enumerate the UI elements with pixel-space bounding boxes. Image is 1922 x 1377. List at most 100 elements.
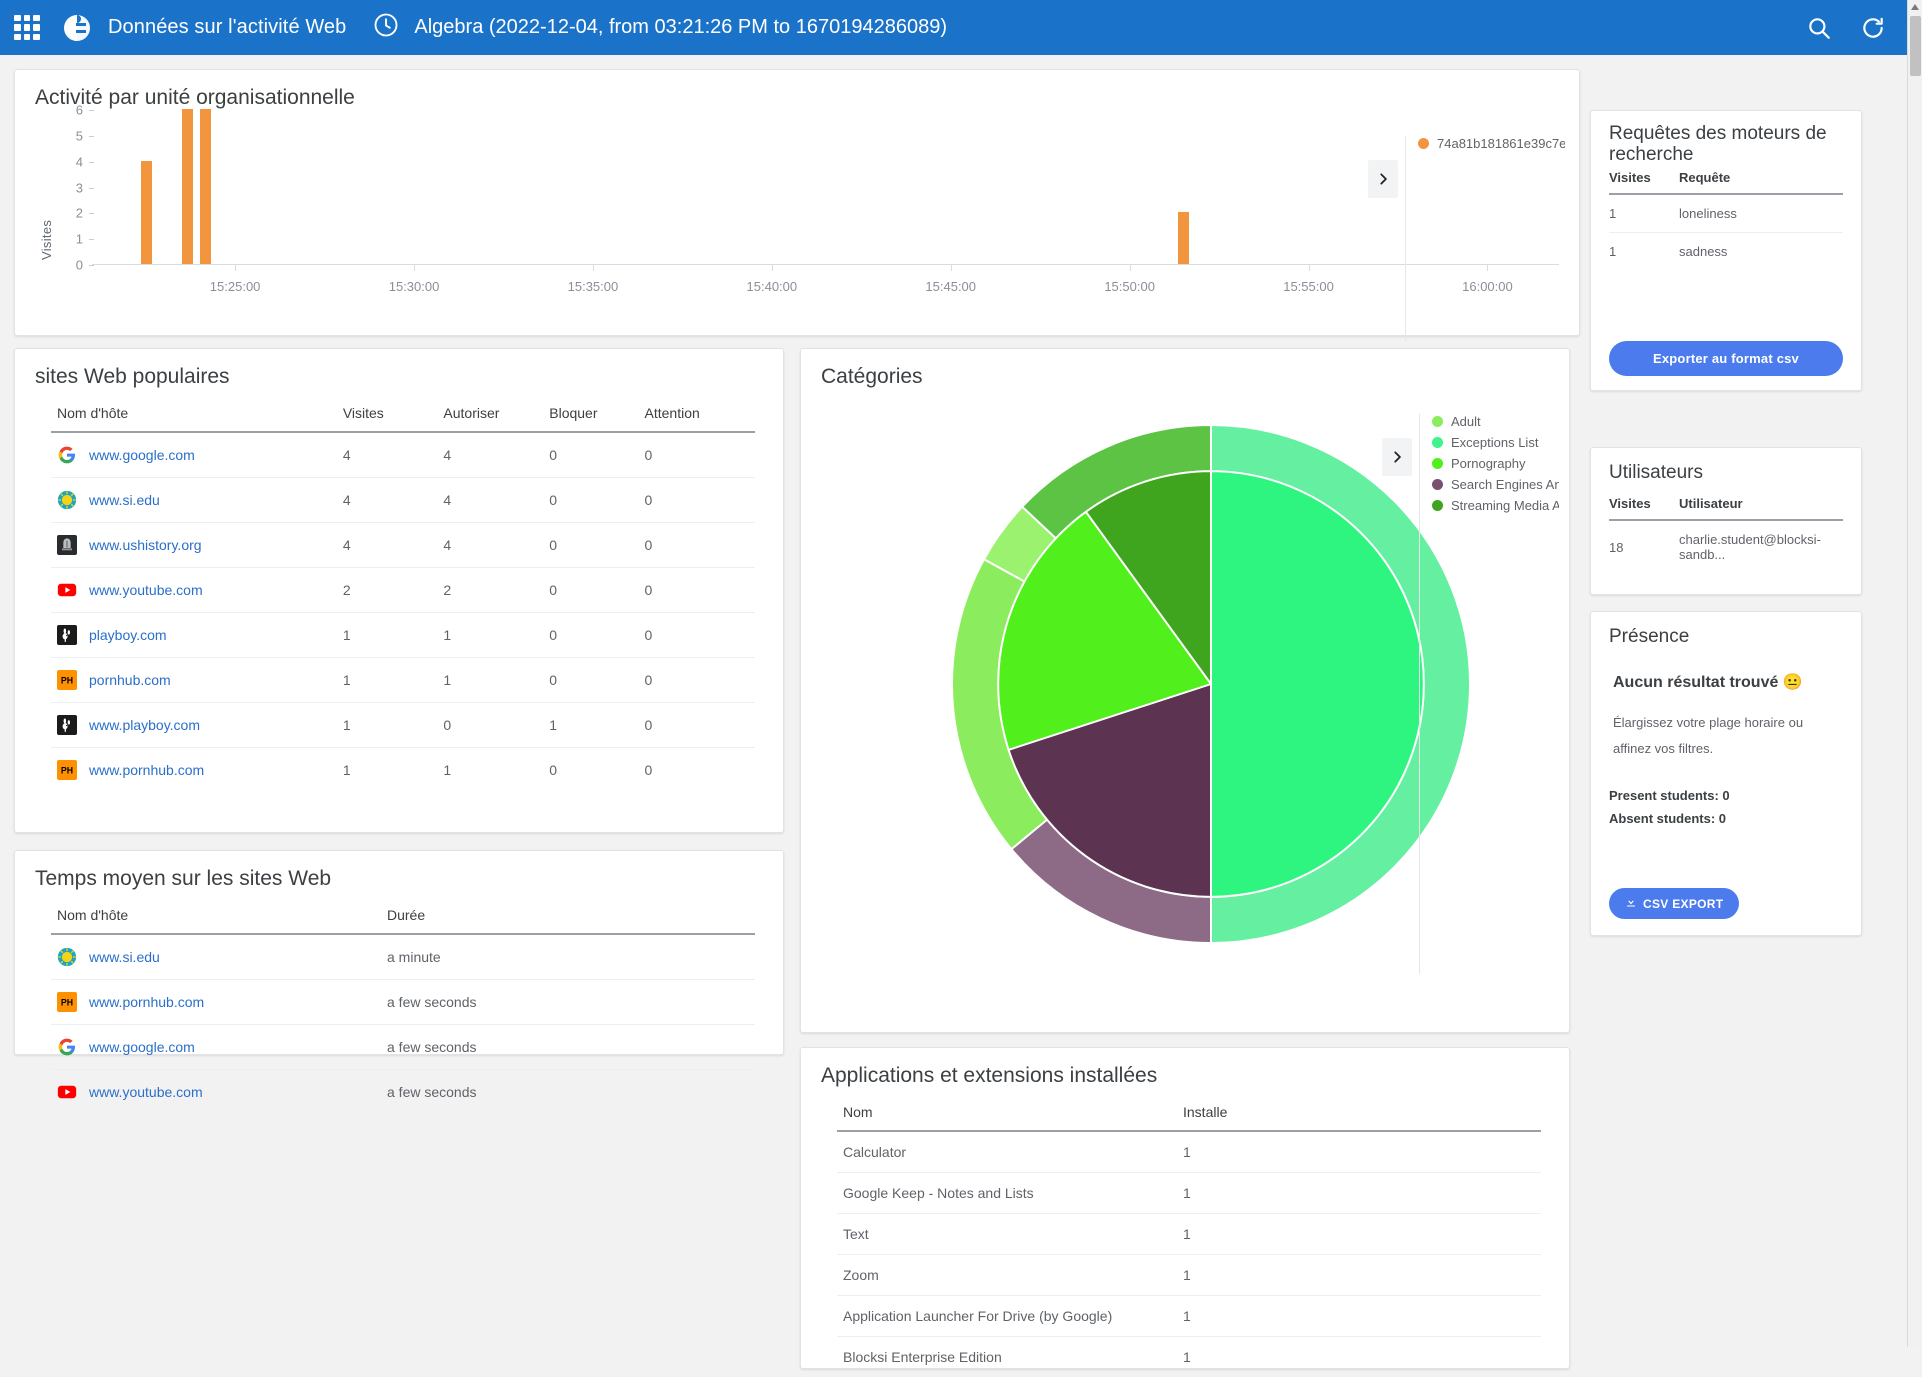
blocksi-logo-icon xyxy=(62,13,92,43)
search-icon[interactable] xyxy=(1806,15,1832,41)
table-row[interactable]: Google Keep - Notes and Lists1 xyxy=(837,1173,1541,1214)
table-header-row: Nom d'hôteDurée xyxy=(51,895,755,934)
warn-cell: 0 xyxy=(639,748,755,793)
legend-expand-chevron-icon[interactable] xyxy=(1382,438,1412,476)
visits-cell: 1 xyxy=(337,658,438,703)
table-row[interactable]: Zoom1 xyxy=(837,1255,1541,1296)
users-card: Utilisateurs VisitesUtilisateur 18charli… xyxy=(1590,447,1862,595)
block-cell: 0 xyxy=(543,748,638,793)
table-row[interactable]: www.ushistory.org4400 xyxy=(51,523,755,568)
table-row[interactable]: www.youtube.com2200 xyxy=(51,568,755,613)
scrollbar-thumb[interactable] xyxy=(1910,16,1921,76)
table-row[interactable]: 1loneliness xyxy=(1609,194,1843,233)
bar[interactable] xyxy=(141,161,152,264)
host-link[interactable]: www.ushistory.org xyxy=(89,537,202,553)
activity-legend: 74a81b181861e39c7ed xyxy=(1405,136,1565,341)
table-row[interactable]: PHwww.pornhub.coma few seconds xyxy=(51,980,755,1025)
activity-card: Activité par unité organisationnelle Vis… xyxy=(14,69,1580,336)
warn-cell: 0 xyxy=(639,658,755,703)
table-row[interactable]: www.youtube.coma few seconds xyxy=(51,1070,755,1115)
table-row[interactable]: Calculator1 xyxy=(837,1131,1541,1173)
host-link[interactable]: www.youtube.com xyxy=(89,1084,203,1100)
avg-time-card: Temps moyen sur les sites Web Nom d'hôte… xyxy=(14,850,784,1055)
block-cell: 0 xyxy=(543,658,638,703)
host-link[interactable]: www.youtube.com xyxy=(89,582,203,598)
legend-item[interactable]: Exceptions List xyxy=(1432,435,1559,450)
download-icon xyxy=(1625,896,1637,911)
legend-label: Search Engines And ... xyxy=(1451,477,1559,492)
refresh-icon[interactable] xyxy=(1860,15,1886,41)
host-link[interactable]: www.playboy.com xyxy=(89,717,200,733)
categories-card: Catégories Adult Exceptions List Pornograp… xyxy=(800,348,1570,1033)
bar[interactable] xyxy=(1178,212,1189,264)
table-row[interactable]: Application Launcher For Drive (by Googl… xyxy=(837,1296,1541,1337)
host-cell: PHwww.pornhub.com xyxy=(51,980,381,1025)
activity-title: Activité par unité organisationnelle xyxy=(15,70,1579,110)
table-row[interactable]: PHpornhub.com1100 xyxy=(51,658,755,703)
column-header: Nom d'hôte xyxy=(51,393,337,432)
export-csv-button[interactable]: Exporter au format csv xyxy=(1609,341,1843,376)
host-cell: www.si.edu xyxy=(51,934,381,980)
csv-export-label: CSV EXPORT xyxy=(1643,897,1723,911)
legend-expand-chevron-icon[interactable] xyxy=(1368,160,1398,198)
host-link[interactable]: www.google.com xyxy=(89,1039,195,1055)
host-link[interactable]: www.pornhub.com xyxy=(89,762,204,778)
categories-title: Catégories xyxy=(801,349,1569,389)
presence-empty-heading: Aucun résultat trouvé 😐 xyxy=(1613,672,1839,692)
host-link[interactable]: pornhub.com xyxy=(89,672,171,688)
bar[interactable] xyxy=(182,109,193,264)
host-link[interactable]: www.si.edu xyxy=(89,949,160,965)
block-cell: 0 xyxy=(543,613,638,658)
donut-svg xyxy=(931,399,1491,969)
visits-cell: 1 xyxy=(337,703,438,748)
table-row[interactable]: 1sadness xyxy=(1609,232,1843,270)
topbar-actions xyxy=(1806,15,1908,41)
table-row[interactable]: www.google.com4400 xyxy=(51,432,755,478)
table-row[interactable]: Blocksi Enterprise Edition1 xyxy=(837,1337,1541,1377)
visits-cell: 1 xyxy=(337,613,438,658)
warn-cell: 0 xyxy=(639,568,755,613)
legend-color-swatch xyxy=(1418,138,1429,149)
search-queries-card: Requêtes des moteurs de recherche Visite… xyxy=(1590,110,1862,391)
google-favicon xyxy=(57,445,77,465)
table-row[interactable]: www.si.edu4400 xyxy=(51,478,755,523)
host-link[interactable]: playboy.com xyxy=(89,627,167,643)
table-row[interactable]: PHwww.pornhub.com1100 xyxy=(51,748,755,793)
legend-item[interactable]: Adult xyxy=(1432,414,1559,429)
legend-label: Adult xyxy=(1451,414,1481,429)
legend-item[interactable]: Streaming Media An... xyxy=(1432,498,1559,513)
host-cell: www.google.com xyxy=(51,1025,381,1070)
scroll-up-arrow-icon[interactable] xyxy=(1911,4,1919,10)
app-installed-cell: 1 xyxy=(1177,1173,1541,1214)
x-tick-mark xyxy=(951,265,952,271)
table-row[interactable]: www.playboy.com1010 xyxy=(51,703,755,748)
bar[interactable] xyxy=(200,109,211,264)
page-scrollbar[interactable] xyxy=(1907,0,1922,1347)
x-tick-label: 15:40:00 xyxy=(747,279,798,294)
table-row[interactable]: www.si.edua minute xyxy=(51,934,755,980)
table-row[interactable]: 18charlie.student@blocksi-sandb... xyxy=(1609,520,1843,573)
warn-cell: 0 xyxy=(639,613,755,658)
legend-item[interactable]: 74a81b181861e39c7ed xyxy=(1418,136,1565,151)
legend-label: 74a81b181861e39c7ed xyxy=(1437,136,1565,151)
host-cell: playboy.com xyxy=(51,613,337,658)
table-row[interactable]: Text1 xyxy=(837,1214,1541,1255)
host-link[interactable]: www.google.com xyxy=(89,447,195,463)
legend-item[interactable]: Pornography xyxy=(1432,456,1559,471)
table-header-row: VisitesUtilisateur xyxy=(1609,492,1843,520)
table-row[interactable]: playboy.com1100 xyxy=(51,613,755,658)
y-tick-label: 0 xyxy=(76,258,83,273)
host-cell: www.si.edu xyxy=(51,478,337,523)
host-link[interactable]: www.si.edu xyxy=(89,492,160,508)
csv-export-button[interactable]: CSV EXPORT xyxy=(1609,888,1739,919)
query-cell: loneliness xyxy=(1679,194,1843,233)
column-header: Attention xyxy=(639,393,755,432)
legend-label: Streaming Media An... xyxy=(1451,498,1559,513)
y-tick-label: 6 xyxy=(76,103,83,118)
apps-grid-icon[interactable] xyxy=(14,15,40,41)
table-row[interactable]: www.google.coma few seconds xyxy=(51,1025,755,1070)
host-link[interactable]: www.pornhub.com xyxy=(89,994,204,1010)
allow-cell: 1 xyxy=(437,658,543,703)
legend-item[interactable]: Search Engines And ... xyxy=(1432,477,1559,492)
duration-cell: a few seconds xyxy=(381,980,755,1025)
